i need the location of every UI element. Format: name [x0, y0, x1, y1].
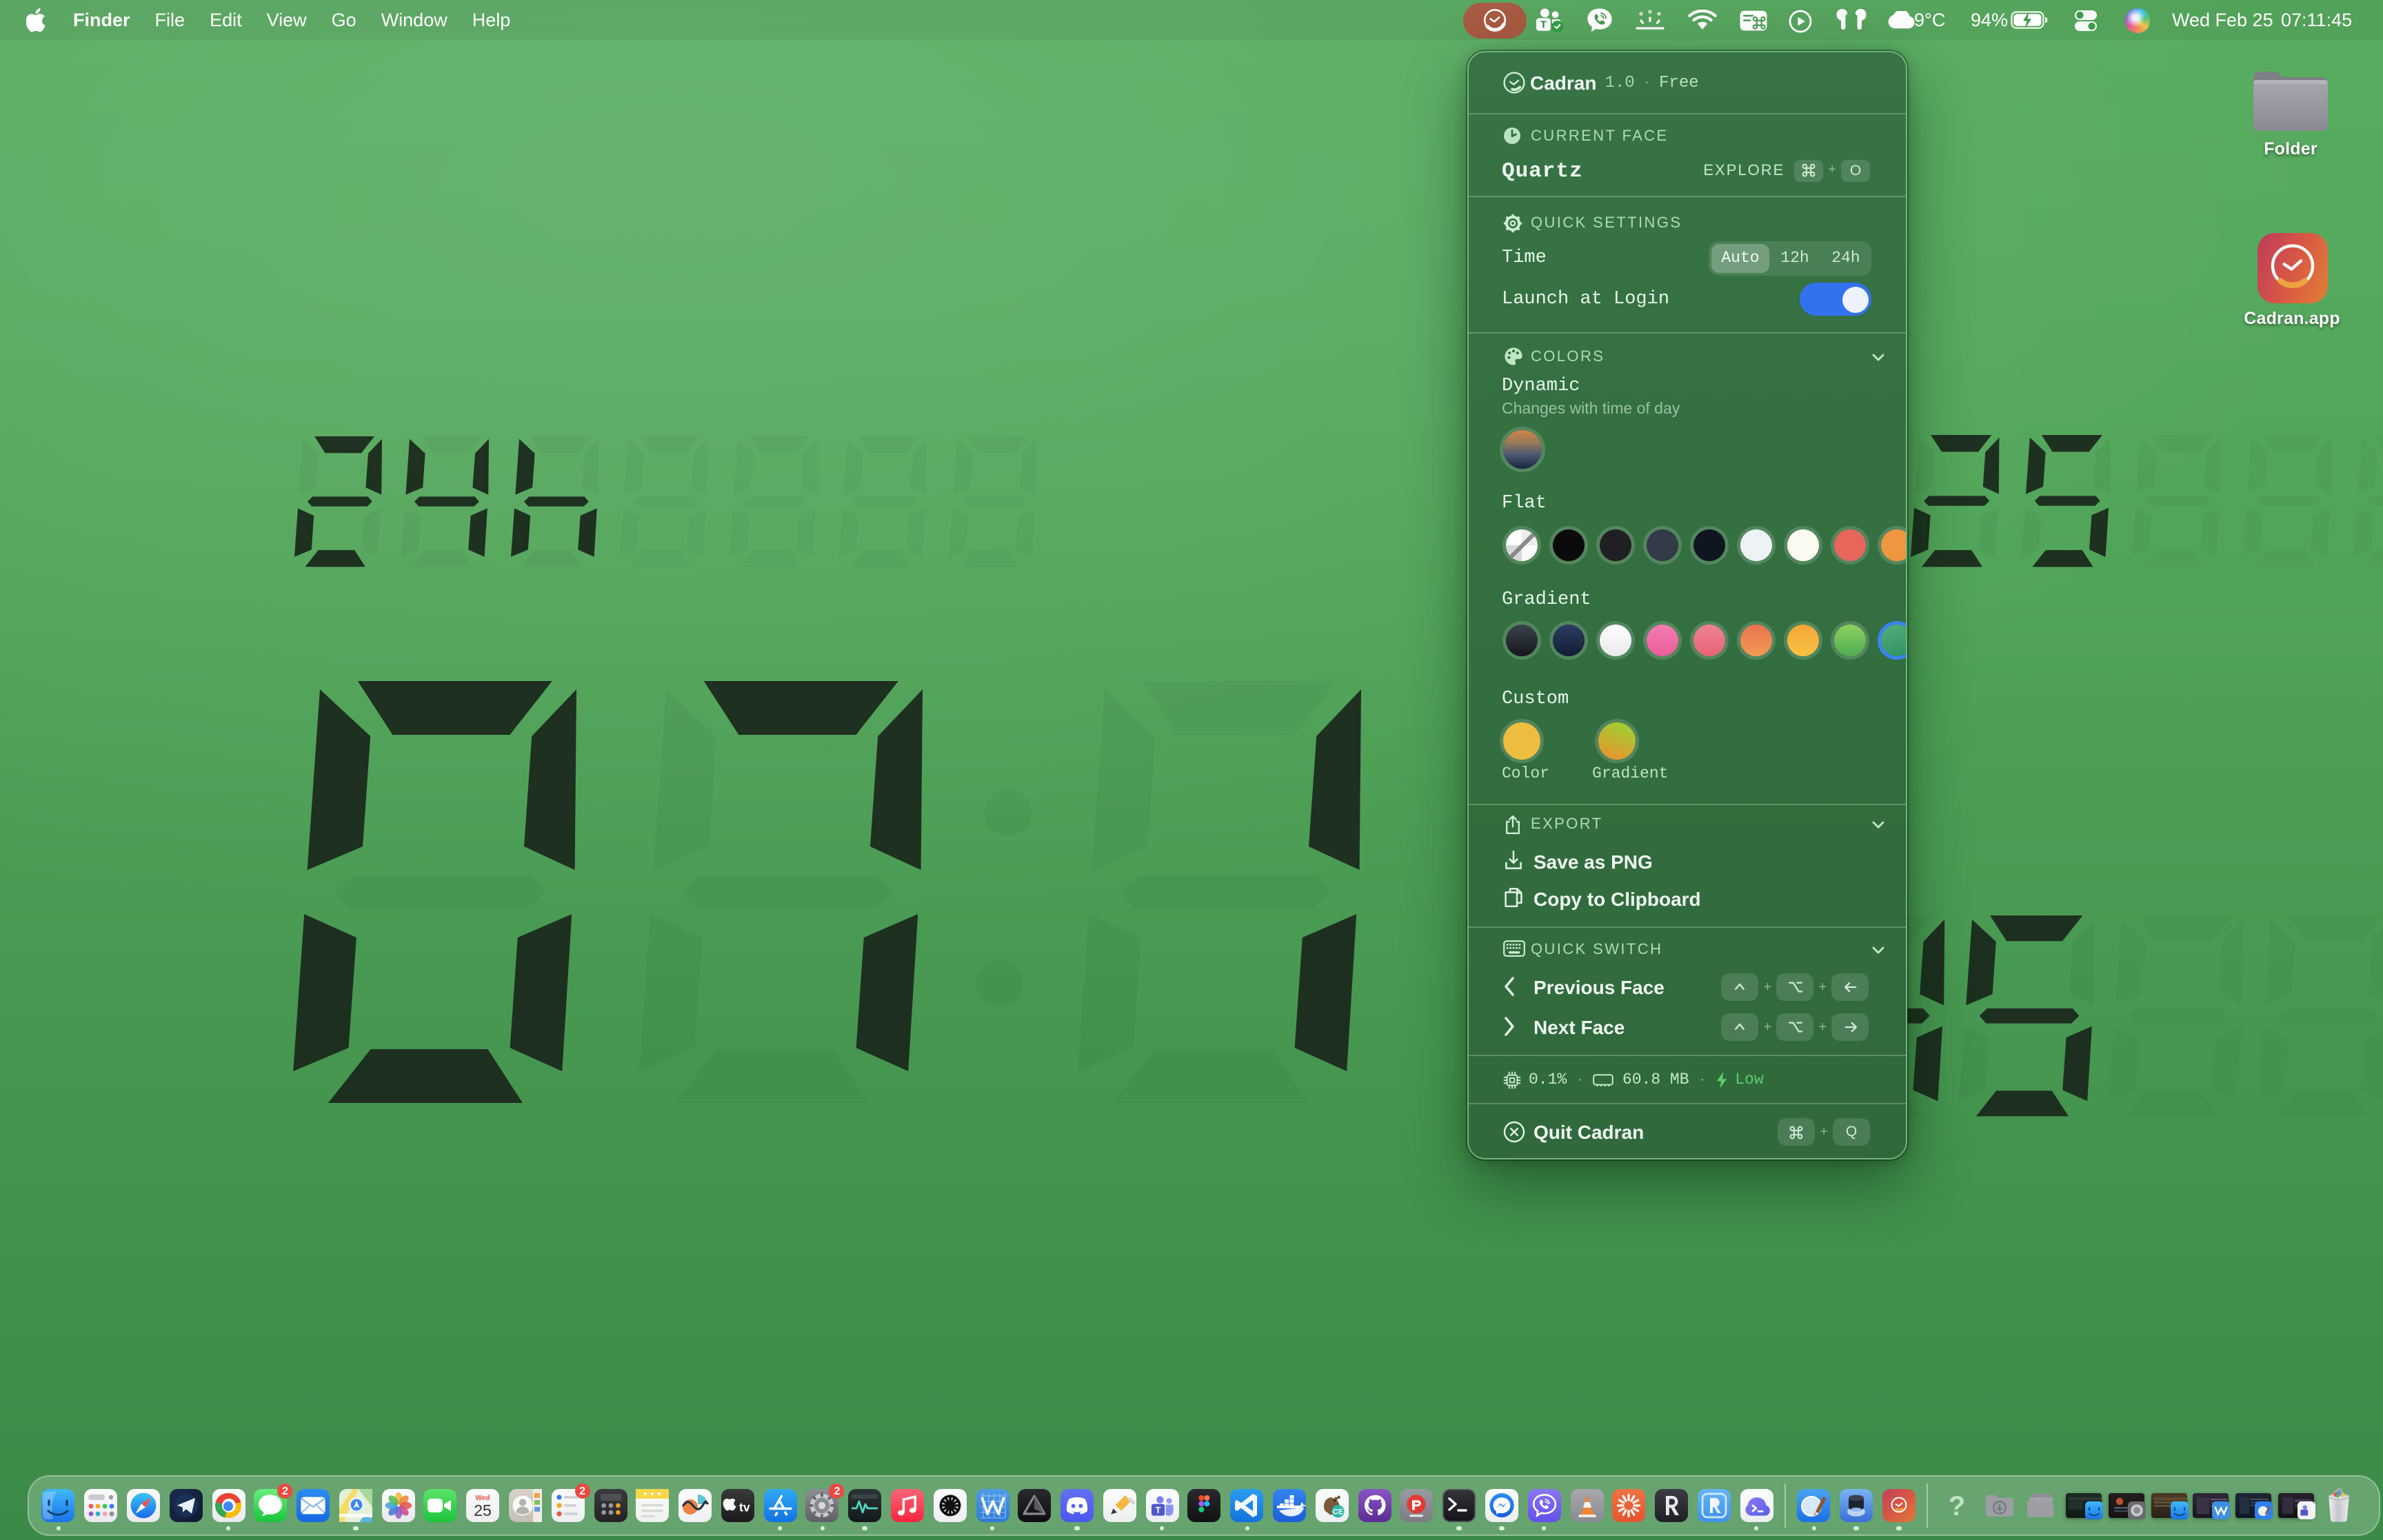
- svg-text:?: ?: [1948, 1491, 1964, 1521]
- svg-text:T: T: [1540, 19, 1547, 30]
- svg-text:T: T: [1155, 1505, 1160, 1515]
- svg-text:tv: tv: [739, 1500, 750, 1514]
- svg-text:25: 25: [474, 1501, 492, 1519]
- svg-text:CE: CE: [1333, 1508, 1343, 1517]
